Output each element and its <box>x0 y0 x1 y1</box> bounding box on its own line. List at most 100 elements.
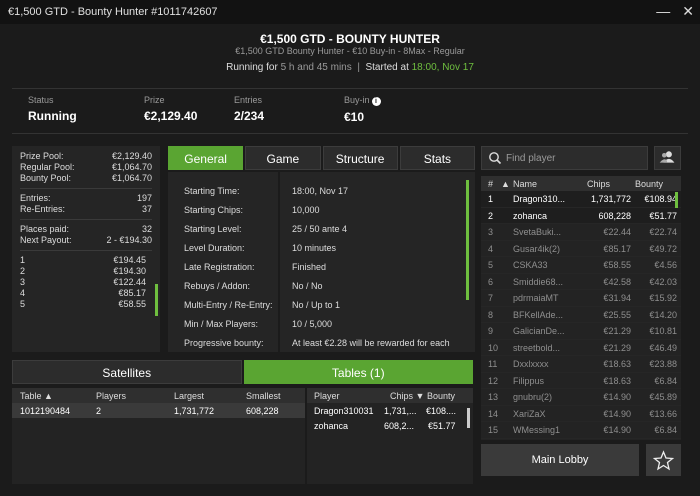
ranking-chips: €25.55 <box>603 309 631 320</box>
ranking-rank: 8 <box>488 309 494 320</box>
col-rank[interactable]: # <box>488 179 493 189</box>
ranking-bounty: €4.56 <box>654 260 677 270</box>
search-box <box>481 146 648 170</box>
ranking-rank: 15 <box>488 425 499 435</box>
ranking-scrollbar[interactable] <box>675 192 678 208</box>
ranking-header: # ▲ Name Chips Bounty <box>481 176 681 191</box>
search-icon <box>489 152 502 165</box>
payout-row: 3 €122.44 <box>20 277 146 287</box>
table-players-header: Player Chips ▼ Bounty <box>307 388 473 403</box>
ranking-row[interactable]: 2 zohanca 608,228 €51.77 <box>481 207 681 224</box>
player-filter-button[interactable] <box>654 146 681 170</box>
ranking-bounty: €42.03 <box>649 276 677 287</box>
ranking-chips: 608,228 <box>598 210 631 221</box>
general-row: Late Registration: Finished <box>184 262 327 272</box>
ranking-row[interactable]: 8 BFKellAde... €25.55 €14.20 <box>481 307 681 323</box>
tab-satellites[interactable]: Satellites <box>12 360 242 384</box>
ranking-chips: €22.44 <box>603 227 631 237</box>
ranking-rank: 11 <box>488 359 498 369</box>
col-players[interactable]: Players <box>96 391 126 401</box>
ranking-row[interactable]: 12 Filippus €18.63 €6.84 <box>481 373 681 389</box>
payout-list[interactable]: 1 €194.45 2 €194.30 3 €122.44 4 €85.17 5 €58.… <box>20 255 152 310</box>
stat-buyin: Buy-in i €10 <box>344 95 381 124</box>
col-table[interactable]: Table ▲ <box>20 391 53 401</box>
ranking-name: XariZaX <box>513 408 546 419</box>
ranking-rank: 6 <box>488 276 494 287</box>
col-chips[interactable]: Chips <box>587 179 610 189</box>
info-tabs: General Game Structure Stats <box>168 146 475 170</box>
players-scrollbar[interactable] <box>467 408 470 428</box>
tab-structure[interactable]: Structure <box>322 146 398 170</box>
running-duration: 5 h and 45 mins <box>280 62 352 73</box>
tab-stats[interactable]: Stats <box>399 146 475 170</box>
col-player[interactable]: Player <box>314 391 340 401</box>
ranking-rank: 9 <box>488 326 494 336</box>
ranking-chips: €18.63 <box>603 375 631 386</box>
tables-header: Table ▲ Players Largest Smallest <box>12 388 305 403</box>
ranking-row[interactable]: 15 WMessing1 €14.90 €6.84 <box>481 422 681 439</box>
payout-scrollbar[interactable] <box>155 284 158 316</box>
ranking-row[interactable]: 13 gnubru(2) €14.90 €45.89 <box>481 389 681 406</box>
tab-game[interactable]: Game <box>245 146 321 170</box>
tables-list: Table ▲ Players Largest Smallest 1012190… <box>12 388 305 484</box>
main-lobby-button[interactable]: Main Lobby <box>481 444 639 476</box>
ranking-chips: €31.94 <box>603 293 631 303</box>
ranking-rank: 7 <box>488 293 494 303</box>
ranking-rank: 13 <box>488 392 499 402</box>
ranking-row[interactable]: 10 streetbold... €21.29 €46.49 <box>481 340 681 356</box>
ranking-row[interactable]: 3 SvetaBuki... €22.44 €22.74 <box>481 224 681 241</box>
col-bounty[interactable]: Bounty <box>427 391 455 401</box>
ranking-chips: €85.17 <box>603 243 631 254</box>
table-player-row[interactable]: zohanca 608,2... €51.77 <box>307 418 473 433</box>
reentries-row: Re-Entries: 37 <box>20 204 152 214</box>
payout-row: 2 €194.30 <box>20 266 146 276</box>
col-name[interactable]: Name <box>513 179 537 189</box>
minimize-button[interactable]: — <box>656 3 670 20</box>
ranking-name: SvetaBuki... <box>513 227 562 237</box>
ranking-row[interactable]: 5 CSKA33 €58.55 €4.56 <box>481 257 681 274</box>
favorite-button[interactable] <box>646 444 681 476</box>
tab-tables[interactable]: Tables (1) <box>243 360 473 384</box>
ranking-bounty: €14.20 <box>649 309 677 320</box>
ranking-row[interactable]: 11 Dxxlxxxx €18.63 €23.88 <box>481 356 681 373</box>
ranking-list: # ▲ Name Chips Bounty 1 Dragon310... 1,731… <box>481 176 681 440</box>
general-scrollbar[interactable] <box>466 180 469 300</box>
ranking-rank: 5 <box>488 260 494 270</box>
ranking-bounty: €46.49 <box>649 342 677 353</box>
col-bounty[interactable]: Bounty <box>635 179 663 189</box>
prize-panel: Prize Pool: €2,129.40 Regular Pool: €1,064… <box>12 146 160 352</box>
col-largest[interactable]: Largest <box>174 391 204 401</box>
divider <box>20 219 152 220</box>
general-row: Starting Level: 25 / 50 ante 4 <box>184 224 348 234</box>
ranking-chips: €14.90 <box>603 425 631 435</box>
ranking-rank: 14 <box>488 408 499 419</box>
info-icon[interactable]: i <box>371 97 381 106</box>
ranking-chips: €14.90 <box>603 408 631 419</box>
general-panel: Starting Time: 18:00, Nov 17 Starting Chi… <box>168 172 475 352</box>
tab-general[interactable]: General <box>168 146 244 170</box>
ranking-row[interactable]: 4 Gusar4ik(2) €85.17 €49.72 <box>481 241 681 257</box>
start-time: 18:00, Nov 17 <box>411 62 474 73</box>
col-smallest[interactable]: Smallest <box>246 391 281 401</box>
ranking-row[interactable]: 7 pdrmaiaMT €31.94 €15.92 <box>481 290 681 307</box>
ranking-bounty: €51.77 <box>649 210 677 221</box>
find-player-input[interactable] <box>506 150 644 166</box>
ranking-row[interactable]: 9 GalicianDe... €21.29 €10.81 <box>481 323 681 340</box>
star-icon <box>652 450 675 471</box>
table-row[interactable]: 1012190484 2 1,731,772 608,228 <box>12 403 305 418</box>
ranking-row[interactable]: 1 Dragon310... 1,731,772 €108.94 <box>481 191 681 208</box>
ranking-row[interactable]: 6 Smiddie68... €42.58 €42.03 <box>481 274 681 290</box>
ranking-bounty: €45.89 <box>649 392 677 402</box>
close-button[interactable]: ✕ <box>682 3 694 20</box>
ranking-bounty: €6.84 <box>654 375 677 386</box>
tournament-header: €1,500 GTD - BOUNTY HUNTER €1,500 GTD Bo… <box>0 24 700 84</box>
table-player-row[interactable]: Dragon310031 1,731,... €108.... <box>307 403 473 418</box>
ranking-rank: 1 <box>488 194 494 204</box>
window-title: €1,500 GTD - Bounty Hunter #1011742607 <box>8 6 218 18</box>
sort-asc-icon[interactable]: ▲ <box>501 179 510 189</box>
places-paid-row: Places paid: 32 <box>20 224 152 234</box>
col-chips[interactable]: Chips ▼ <box>390 391 424 401</box>
ranking-row[interactable]: 14 XariZaX €14.90 €13.66 <box>481 406 681 422</box>
ranking-name: gnubru(2) <box>513 392 553 402</box>
general-row: Multi-Entry / Re-Entry: No / Up to 1 <box>184 300 341 310</box>
